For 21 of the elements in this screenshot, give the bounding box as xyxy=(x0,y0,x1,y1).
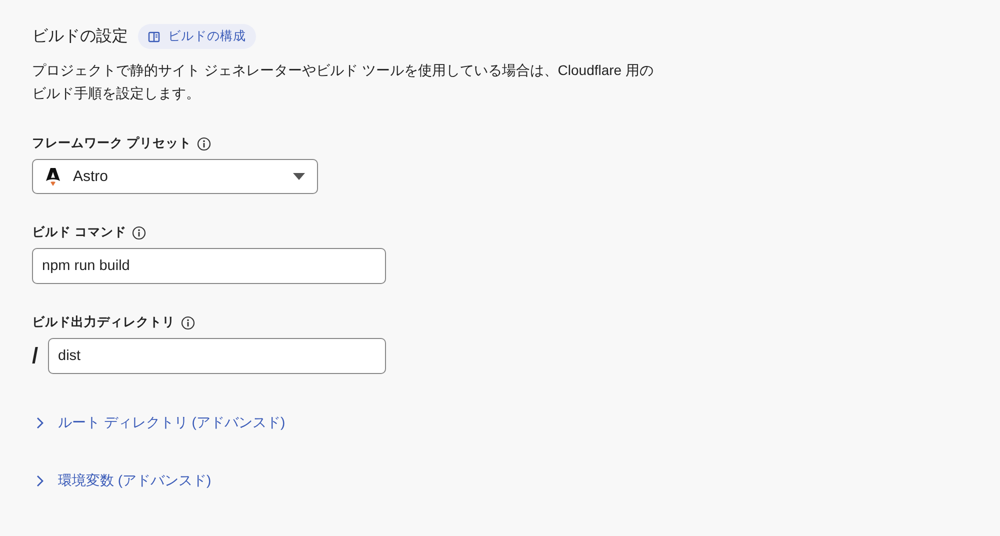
input-field[interactable]: npm run build xyxy=(32,248,386,284)
path-prefix: / xyxy=(32,343,40,369)
info-icon[interactable] xyxy=(132,226,146,240)
expander-link[interactable]: ルート ディレクトリ (アドバンスド) xyxy=(32,414,286,432)
dropdown-value: Astro xyxy=(73,168,110,185)
caret-icon xyxy=(293,173,305,180)
rocket-logo-icon xyxy=(45,166,61,186)
field-label: ビルド出力ディレクトリ xyxy=(32,314,175,331)
chevron-icon xyxy=(36,475,44,487)
expander-link[interactable]: 環境変数 (アドバンスド) xyxy=(32,472,212,490)
input-field[interactable]: dist xyxy=(48,338,386,374)
chevron-icon xyxy=(36,417,44,429)
field-label: フレームワーク プリセット xyxy=(32,135,192,152)
book-icon xyxy=(148,30,160,42)
info-icon[interactable] xyxy=(197,136,212,150)
framework-dropdown[interactable]: Astro xyxy=(32,159,318,194)
section-title: ビルドの設定 xyxy=(32,26,128,47)
info-icon[interactable] xyxy=(181,316,195,330)
build-config-link[interactable]: ビルドの構成 xyxy=(138,24,256,49)
field-label: ビルド コマンド xyxy=(32,224,126,241)
description-text: プロジェクトで静的サイト ジェネレーターやビルド ツールを使用している場合は、Cloudflare 用のビルド手順を設定します。 xyxy=(32,61,654,103)
